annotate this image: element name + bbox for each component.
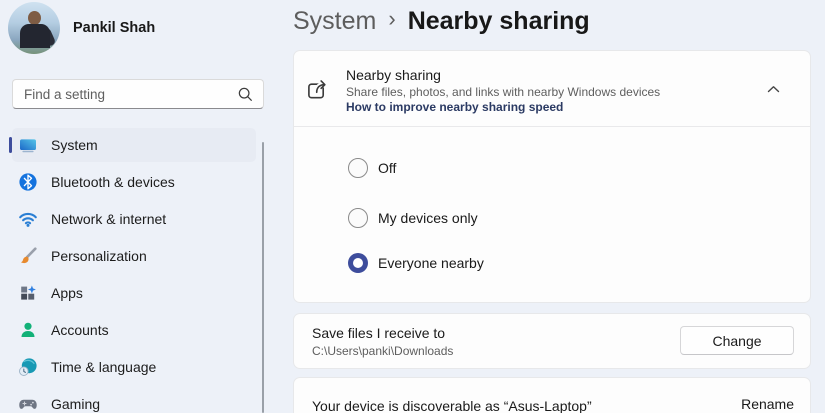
nearby-sharing-title: Nearby sharing [346, 67, 441, 83]
save-files-card: Save files I receive to C:\Users\panki\D… [293, 313, 811, 369]
sidebar-item-label: Bluetooth & devices [51, 174, 175, 190]
sidebar-item-accounts[interactable]: Accounts [12, 313, 256, 347]
share-icon [305, 76, 331, 102]
gaming-icon [18, 394, 38, 413]
device-discoverable-card: Your device is discoverable as “Asus-Lap… [293, 377, 811, 413]
sidebar-nav: System Bluetooth & devices [12, 128, 256, 413]
sidebar-item-label: System [51, 137, 98, 153]
device-discoverable-text: Your device is discoverable as “Asus-Lap… [312, 398, 592, 413]
user-profile[interactable]: Pankil Shah [8, 2, 155, 54]
user-name: Pankil Shah [73, 20, 155, 36]
network-icon [18, 209, 38, 229]
apps-icon [18, 283, 38, 303]
sidebar-item-label: Time & language [51, 359, 156, 375]
accounts-icon [18, 320, 38, 340]
sidebar-item-personalization[interactable]: Personalization [12, 239, 256, 273]
nearby-sharing-help-link[interactable]: How to improve nearby sharing speed [346, 100, 563, 114]
sidebar-item-bluetooth-devices[interactable]: Bluetooth & devices [12, 165, 256, 199]
save-files-path: C:\Users\panki\Downloads [312, 344, 453, 358]
radio-option-my-devices-only[interactable]: My devices only [348, 208, 478, 228]
sidebar-item-time-language[interactable]: Time & language [12, 350, 256, 384]
radio-label: My devices only [378, 210, 478, 226]
page-title: Nearby sharing [408, 7, 590, 36]
sidebar-item-label: Gaming [51, 396, 100, 412]
radio-label: Off [378, 160, 396, 176]
sidebar-item-gaming[interactable]: Gaming [12, 387, 256, 413]
sidebar-item-label: Accounts [51, 322, 109, 338]
sidebar-item-apps[interactable]: Apps [12, 276, 256, 310]
bluetooth-icon [18, 172, 38, 192]
nearby-sharing-description: Share files, photos, and links with near… [346, 85, 660, 99]
rename-button[interactable]: Rename [741, 396, 794, 412]
avatar [8, 2, 60, 54]
nearby-sharing-card: Nearby sharing Share files, photos, and … [293, 50, 811, 303]
sidebar: Pankil Shah Syst [0, 0, 280, 413]
settings-window: Pankil Shah Syst [0, 0, 825, 413]
nearby-sharing-header[interactable]: Nearby sharing Share files, photos, and … [294, 51, 810, 127]
radio-button[interactable] [348, 208, 368, 228]
search-icon [237, 86, 253, 102]
sidebar-item-label: Personalization [51, 248, 147, 264]
breadcrumb: System › Nearby sharing [293, 1, 590, 41]
save-files-title: Save files I receive to [312, 325, 445, 341]
breadcrumb-parent[interactable]: System [293, 7, 376, 36]
search-box[interactable] [12, 79, 264, 109]
sidebar-item-label: Network & internet [51, 211, 166, 227]
time-language-icon [18, 357, 38, 377]
radio-option-off[interactable]: Off [348, 158, 396, 178]
radio-label: Everyone nearby [378, 255, 484, 271]
radio-option-everyone-nearby[interactable]: Everyone nearby [348, 253, 484, 273]
personalization-icon [18, 246, 38, 266]
sidebar-scrollbar[interactable] [262, 142, 264, 413]
chevron-right-icon: › [388, 6, 395, 32]
sidebar-item-system[interactable]: System [12, 128, 256, 162]
sidebar-item-network-internet[interactable]: Network & internet [12, 202, 256, 236]
system-icon [18, 135, 38, 155]
chevron-up-icon[interactable] [764, 80, 783, 99]
radio-button[interactable] [348, 158, 368, 178]
sidebar-item-label: Apps [51, 285, 83, 301]
change-button[interactable]: Change [680, 326, 794, 355]
search-input[interactable] [24, 87, 237, 102]
radio-button-selected[interactable] [348, 253, 368, 273]
